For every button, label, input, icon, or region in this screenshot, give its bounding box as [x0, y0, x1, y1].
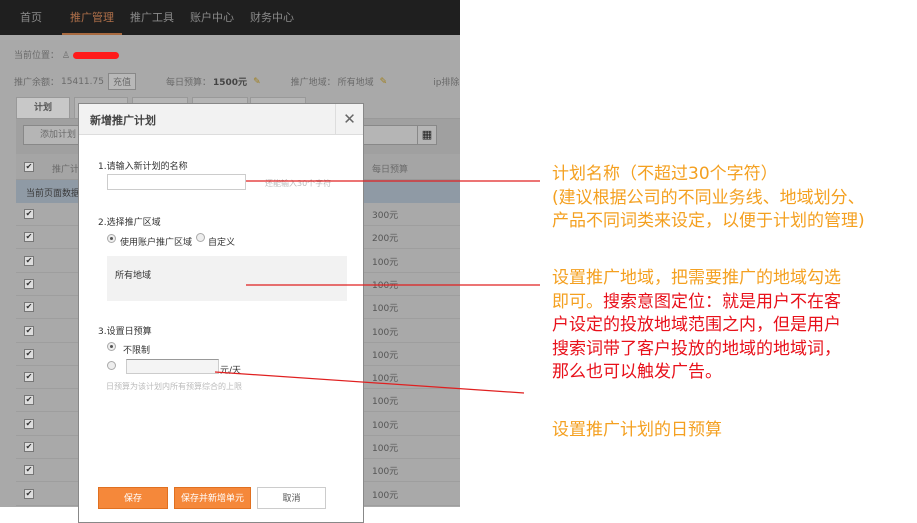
- annotation-text: 产品不同词类来设定，以便于计划的管理): [552, 211, 865, 231]
- annotation-text-red: 搜索意图定位：就是用户不在客: [603, 291, 841, 312]
- annotation-text: 设置推广地域，把需要推广的地域勾选: [552, 268, 841, 288]
- annotation-region: 设置推广地域，把需要推广的地域勾选 即可。搜索意图定位：就是用户不在客 户设定的…: [552, 267, 841, 385]
- annotation-lines: [214, 180, 540, 394]
- annotation-plan-name: 计划名称（不超过30个字符） (建议根据公司的不同业务线、地域划分、 产品不同词…: [552, 163, 865, 234]
- annotation-line-budget: [214, 371, 525, 394]
- annotation-text-red: 那么也可以触发广告。: [552, 362, 722, 382]
- annotation-text: (建议根据公司的不同业务线、地域划分、: [552, 187, 865, 208]
- annotation-budget: 设置推广计划的日预算: [552, 420, 722, 440]
- annotation-text-red: 户设定的投放地域范围之内，但是用户: [552, 315, 841, 335]
- annotation-text: 即可。: [552, 291, 603, 312]
- annotation-text: 计划名称（不超过30个字符）: [552, 164, 778, 184]
- annotation-text-red: 搜索词带了客户投放的地域的地域词，: [552, 338, 841, 359]
